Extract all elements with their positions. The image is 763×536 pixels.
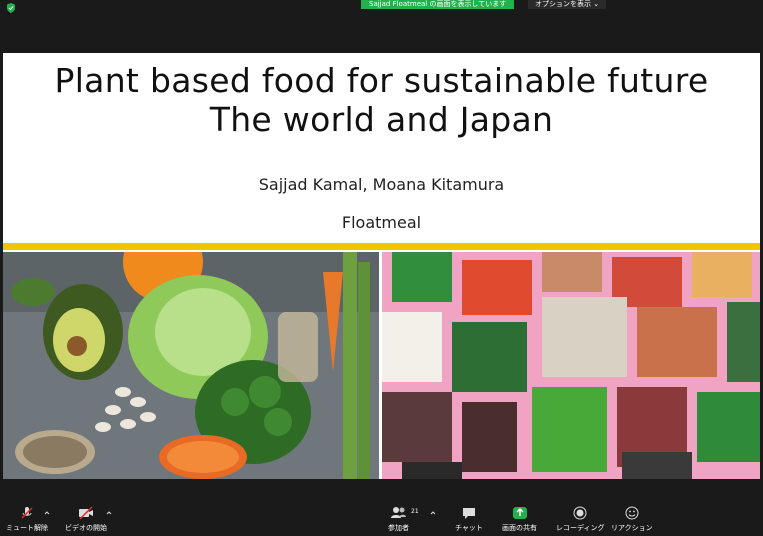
slide-title-line2: The world and Japan — [209, 100, 554, 139]
reactions-button[interactable]: リアクション — [611, 506, 653, 533]
unmute-label: ミュート解除 — [6, 524, 48, 532]
record-icon — [573, 506, 587, 520]
slide-organization: Floatmeal — [341, 213, 422, 232]
participants-label: 参加者 — [388, 524, 409, 532]
start-video-button[interactable]: ビデオの開始 — [65, 506, 107, 533]
chat-button[interactable]: チャット — [455, 506, 483, 533]
share-screen-label: 画面の共有 — [502, 524, 537, 532]
video-camera-off-icon — [79, 506, 93, 520]
slide-title: Plant based food for sustainable future … — [3, 61, 760, 139]
participants-icon — [390, 507, 406, 518]
participant-count-badge: 21 — [411, 508, 419, 515]
audio-options-chevron-icon[interactable] — [44, 510, 50, 516]
security-shield-icon[interactable] — [6, 3, 16, 13]
start-video-label: ビデオの開始 — [65, 524, 107, 532]
unmute-button[interactable]: ミュート解除 — [6, 506, 48, 533]
vegetables-photo — [3, 252, 379, 479]
chat-bubble-icon — [462, 508, 475, 519]
view-options-button[interactable]: オプションを表示 ⌄ — [528, 0, 607, 9]
smiley-icon — [625, 506, 639, 520]
slide-authors: Sajjad Kamal, Moana Kitamura — [258, 175, 505, 194]
video-options-chevron-icon[interactable] — [106, 510, 112, 516]
share-screen-icon — [512, 507, 527, 519]
reactions-label: リアクション — [611, 524, 653, 532]
plant-based-products-photo — [382, 252, 760, 479]
share-screen-button[interactable]: 画面の共有 — [502, 506, 537, 533]
screen-share-banner: Sajjad Floatmeal の画面を表示しています — [361, 0, 515, 9]
top-bar: Sajjad Floatmeal の画面を表示しています オプションを表示 ⌄ — [0, 0, 763, 14]
record-button[interactable]: レコーディング — [556, 506, 605, 533]
slide-accent-bar — [3, 243, 760, 250]
chat-label: チャット — [455, 524, 483, 532]
record-label: レコーディング — [556, 524, 605, 532]
slide-title-line1: Plant based food for sustainable future — [54, 61, 709, 100]
participants-button[interactable]: 参加者 — [388, 506, 409, 533]
participants-options-chevron-icon[interactable] — [430, 510, 436, 516]
meeting-toolbar: ミュート解除 ビデオの開始 参加者 チャット 画面の共有 レコーディング リアク… — [0, 500, 763, 536]
microphone-muted-icon — [21, 507, 33, 519]
shared-slide: Plant based food for sustainable future … — [3, 53, 760, 479]
